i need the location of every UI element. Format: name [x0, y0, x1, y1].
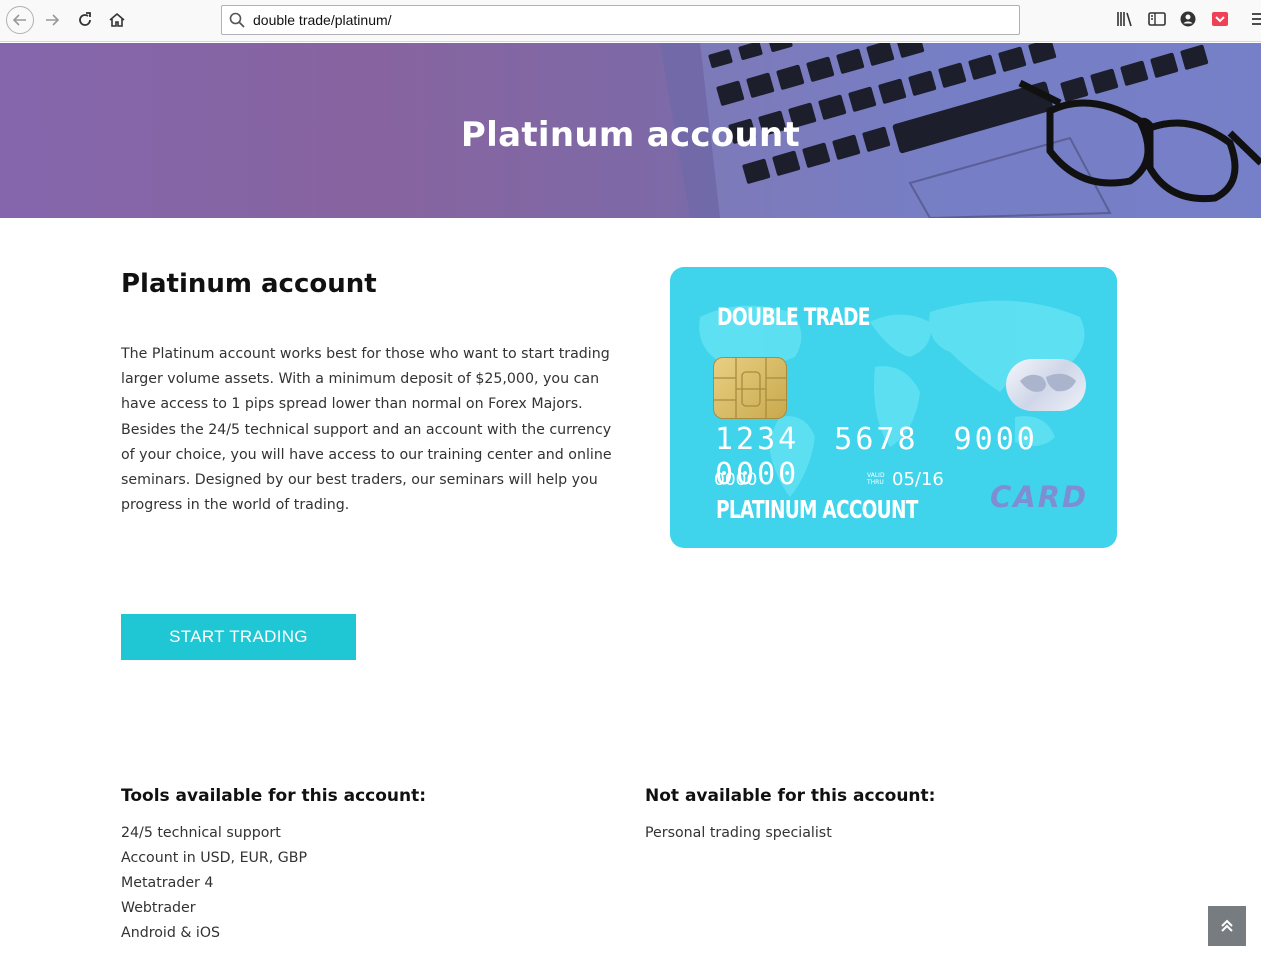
- hologram-icon: [1006, 359, 1086, 411]
- reload-icon: [79, 12, 91, 26]
- card-expiry: 05/16: [892, 469, 944, 490]
- platinum-card-image: DOUBLE TRADE 1234 5678 9000 0000 0000 VA…: [670, 267, 1117, 548]
- card-account-type: PLATINUM ACCOUNT: [716, 495, 918, 524]
- home-icon: [109, 12, 125, 27]
- card-small-number: 0000: [714, 470, 758, 490]
- card-word: CARD: [990, 480, 1089, 514]
- hero-banner: Platinum account: [0, 43, 1261, 218]
- account-description: The Platinum account works best for thos…: [121, 346, 612, 514]
- list-item: Metatrader 4: [121, 875, 214, 891]
- url-text: double trade/platinum/: [253, 12, 392, 28]
- list-item: 24/5 technical support: [121, 825, 281, 841]
- double-chevron-up-icon: [1221, 919, 1233, 932]
- back-button[interactable]: [6, 6, 34, 34]
- card-brand: DOUBLE TRADE: [717, 303, 871, 331]
- reload-button[interactable]: [71, 6, 99, 34]
- search-icon: [229, 12, 245, 28]
- arrow-left-icon: [12, 14, 26, 26]
- tools-list: 24/5 technical support Account in USD, E…: [121, 821, 307, 946]
- valid-thru-label: VALID THRU: [867, 472, 885, 486]
- home-button[interactable]: [103, 6, 131, 34]
- menu-icon[interactable]: [1248, 9, 1261, 29]
- list-item: Account in USD, EUR, GBP: [121, 850, 308, 866]
- not-available-list: Personal trading specialist: [645, 821, 832, 846]
- start-trading-button[interactable]: START TRADING: [121, 614, 356, 660]
- hero-title: Platinum account: [460, 115, 801, 155]
- pocket-icon[interactable]: [1210, 9, 1230, 29]
- list-item: Personal trading specialist: [645, 825, 832, 841]
- chip-icon: [713, 357, 787, 419]
- list-item: Android & iOS: [121, 925, 221, 941]
- list-item: Webtrader: [121, 900, 196, 916]
- browser-toolbar: double trade/platinum/: [0, 0, 1261, 42]
- scroll-to-top-button[interactable]: [1208, 906, 1246, 946]
- not-available-title: Not available for this account:: [645, 786, 936, 806]
- sidebar-icon[interactable]: [1147, 9, 1167, 29]
- forward-button[interactable]: [38, 6, 66, 34]
- tools-title: Tools available for this account:: [121, 786, 427, 806]
- account-icon[interactable]: [1178, 9, 1198, 29]
- arrow-right-icon: [46, 14, 60, 26]
- library-icon[interactable]: [1115, 9, 1135, 29]
- address-bar[interactable]: double trade/platinum/: [221, 5, 1020, 35]
- page-title: Platinum account: [121, 269, 377, 299]
